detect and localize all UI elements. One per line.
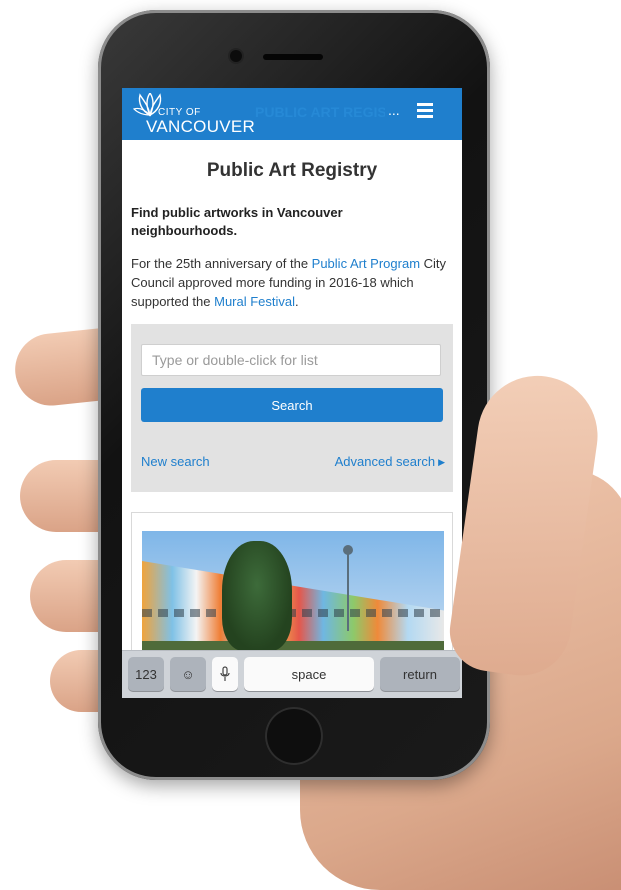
earpiece-speaker — [263, 54, 323, 60]
microphone-icon[interactable] — [212, 657, 238, 691]
light-pole-top — [343, 545, 353, 555]
home-button[interactable] — [265, 707, 323, 765]
artwork-photo[interactable] — [142, 531, 444, 651]
advanced-search-link[interactable]: Advanced search ▶ — [335, 454, 445, 469]
mural-building — [142, 561, 444, 651]
intro-heading: Find public artworks in Vancouver neighb… — [131, 205, 343, 238]
city-of-vancouver-logo[interactable]: CITY OF VANCOUVER — [132, 93, 256, 136]
search-input[interactable] — [141, 344, 441, 376]
key-123[interactable]: 123 — [128, 657, 164, 691]
light-pole — [347, 551, 349, 631]
logo-vancouver-text: VANCOUVER — [146, 117, 256, 136]
emoji-key-icon[interactable]: ☺ — [170, 657, 206, 691]
phone-device: CITY OF VANCOUVER PUBLIC ART REGIS ... P… — [98, 10, 490, 780]
advanced-search-label: Advanced search — [334, 454, 436, 469]
caret-right-icon: ▶ — [438, 457, 445, 467]
search-button[interactable]: Search — [141, 388, 443, 422]
header-title: PUBLIC ART REGIS — [255, 104, 385, 120]
tree — [222, 541, 292, 651]
intro-text-part: For the 25th anniversary of the — [131, 256, 312, 271]
public-art-program-link[interactable]: Public Art Program — [312, 256, 420, 271]
header-title-ellipsis: ... — [388, 102, 400, 118]
microphone-glyph — [220, 666, 230, 681]
intro-text-part: . — [295, 294, 299, 309]
phone-screen: CITY OF VANCOUVER PUBLIC ART REGIS ... P… — [122, 88, 462, 698]
key-space[interactable]: space — [244, 657, 374, 691]
search-panel: Search New search Advanced search▶ — [131, 324, 453, 492]
hamburger-menu-icon[interactable] — [417, 103, 433, 118]
mural-festival-link[interactable]: Mural Festival — [214, 294, 295, 309]
page-title: Public Art Registry — [206, 160, 378, 181]
building-windows — [142, 609, 444, 617]
intro-paragraph: For the 25th anniversary of the Public A… — [131, 254, 457, 311]
new-search-link[interactable]: New search — [141, 454, 210, 469]
key-return[interactable]: return — [380, 657, 460, 691]
front-camera — [230, 50, 242, 62]
onscreen-keyboard: 123 ☺ space return — [122, 650, 462, 698]
app-header: CITY OF VANCOUVER PUBLIC ART REGIS ... — [122, 88, 462, 140]
